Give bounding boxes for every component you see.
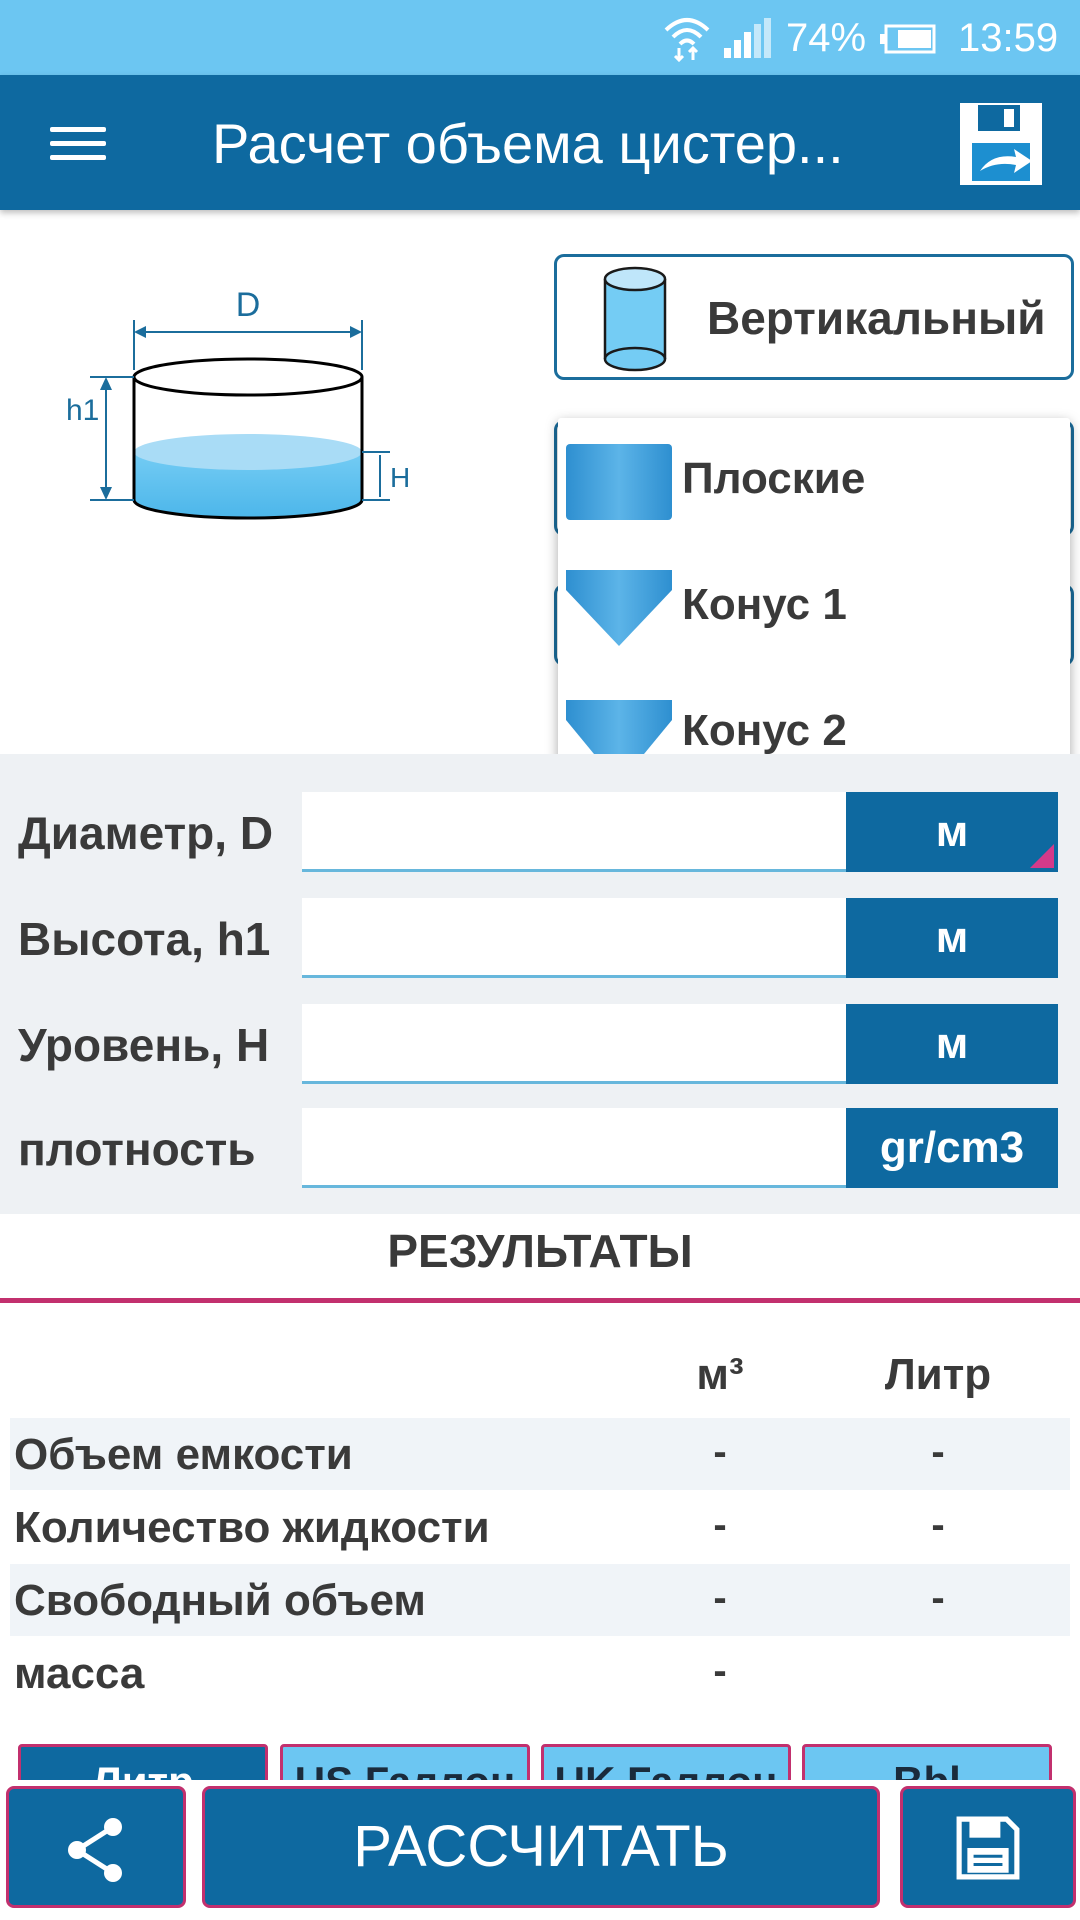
result-row: Свободный объем - - — [10, 1564, 1070, 1636]
density-input[interactable] — [302, 1108, 846, 1188]
height-input[interactable] — [302, 898, 846, 978]
dropdown-option-label: Конус 2 — [682, 706, 847, 755]
input-row-density: плотность gr/cm3 — [0, 1108, 1080, 1188]
bottom-type-dropdown: Плоские Конус 1 Конус 2 — [558, 418, 1070, 794]
calculate-button[interactable]: РАССЧИТАТЬ — [202, 1786, 880, 1908]
result-value-m3: - — [713, 1430, 727, 1474]
dropdown-option-cone1[interactable]: Конус 1 — [558, 544, 1070, 664]
result-value-litr: - — [931, 1576, 945, 1620]
unit-label: м — [935, 1019, 969, 1068]
unit-selector[interactable]: м — [846, 1004, 1058, 1084]
battery-percent: 74% — [786, 16, 867, 60]
save-icon — [956, 1816, 1020, 1880]
cone1-icon — [566, 570, 672, 646]
tank-diagram: D h1 H — [66, 286, 410, 520]
app-bar: Расчет объема цистер... — [0, 75, 1080, 210]
column-header-m3: м³ — [696, 1350, 744, 1399]
level-input[interactable] — [302, 1004, 846, 1084]
unit-selector[interactable]: gr/cm3 — [846, 1108, 1058, 1188]
results-title: РЕЗУЛЬТАТЫ — [387, 1225, 693, 1277]
page-title: Расчет объема цистер... — [212, 112, 844, 175]
diagram-label-d: D — [236, 286, 261, 324]
share-button[interactable] — [6, 1786, 186, 1908]
unit-label: м — [935, 913, 969, 962]
diagram-label-h: H — [390, 462, 410, 493]
dropdown-option-label: Конус 1 — [682, 580, 847, 629]
menu-icon[interactable] — [38, 113, 120, 173]
result-name: масса — [14, 1649, 145, 1698]
result-row: Количество жидкости - - — [10, 1491, 1070, 1563]
input-label: Уровень, H — [18, 1019, 270, 1071]
battery-icon — [880, 24, 936, 54]
flat-bottom-icon — [566, 444, 672, 520]
result-row: масса - — [10, 1637, 1070, 1709]
status-clock: 13:59 — [958, 16, 1059, 60]
unit-selector[interactable]: м — [846, 898, 1058, 978]
result-name: Объем емкости — [14, 1430, 353, 1479]
result-value-litr: - — [931, 1430, 945, 1474]
column-header-litr: Литр — [884, 1350, 992, 1399]
save-button[interactable] — [900, 1786, 1076, 1908]
status-bar: 74% 13:59 — [0, 0, 1080, 75]
unit-label: gr/cm3 — [879, 1123, 1025, 1172]
input-label: Диаметр, D — [18, 807, 274, 859]
unit-selector[interactable]: м — [846, 792, 1058, 872]
bottom-action-bar: РАССЧИТАТЬ — [0, 1780, 1080, 1920]
save-file-icon[interactable] — [958, 101, 1044, 187]
result-value-m3: - — [713, 1503, 727, 1547]
result-name: Свободный объем — [14, 1576, 426, 1625]
input-label: плотность — [18, 1123, 256, 1175]
result-value-m3: - — [713, 1576, 727, 1620]
result-name: Количество жидкости — [14, 1503, 490, 1552]
diagram-label-h1: h1 — [66, 394, 99, 427]
input-section: Диаметр, D м Высота, h1 м Уровень, H м п… — [0, 754, 1080, 1214]
orientation-selector[interactable]: Вертикальный — [554, 254, 1074, 380]
vertical-cylinder-icon — [603, 266, 667, 372]
results-divider — [0, 1298, 1080, 1303]
input-row-level: Уровень, H м — [0, 1004, 1080, 1084]
dropdown-option-flat[interactable]: Плоские — [558, 418, 1070, 538]
unit-label: м — [935, 807, 969, 856]
input-row-height: Высота, h1 м — [0, 898, 1080, 978]
orientation-label: Вертикальный — [707, 292, 1046, 344]
input-row-diameter: Диаметр, D м — [0, 792, 1080, 872]
result-row: Объем емкости - - — [10, 1418, 1070, 1490]
wifi-icon — [664, 18, 710, 62]
result-value-litr: - — [931, 1503, 945, 1547]
diameter-input[interactable] — [302, 792, 846, 872]
share-icon — [68, 1818, 122, 1882]
dropdown-option-label: Плоские — [682, 454, 866, 503]
app-screen: 74% 13:59 Расчет объема цистер... D h1 H… — [0, 0, 1080, 1920]
input-label: Высота, h1 — [18, 913, 271, 965]
signal-icon — [724, 18, 771, 58]
result-value-m3: - — [713, 1649, 727, 1693]
